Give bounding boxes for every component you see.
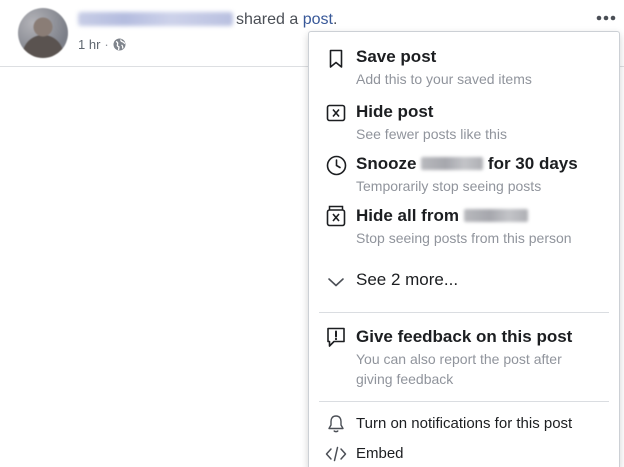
code-icon (325, 443, 347, 465)
see-more-label: See 2 more... (356, 270, 459, 289)
snooze-title-suffix: for 30 days (487, 154, 578, 173)
feedback-subtitle-line1: You can also report the post after (356, 351, 562, 367)
menu-item-hide-all[interactable]: Hide all from Stop seeing posts from thi… (309, 204, 619, 248)
bell-icon (325, 413, 347, 435)
menu-divider (319, 312, 609, 313)
snooze-subtitle: Temporarily stop seeing posts (356, 178, 542, 194)
embed-label: Embed (356, 445, 404, 462)
post-link[interactable]: post (303, 11, 333, 28)
hide-all-name-blurred (463, 209, 528, 222)
save-post-title: Save post (356, 47, 437, 66)
globe-icon[interactable] (113, 38, 126, 51)
hide-all-subtitle: Stop seeing posts from this person (356, 230, 572, 246)
post-headline: shared a post. (78, 10, 337, 30)
menu-item-embed[interactable]: Embed (309, 443, 619, 465)
hide-all-title-text: Hide all from (356, 206, 459, 225)
hide-all-icon (325, 205, 347, 227)
menu-item-see-more[interactable]: See 2 more... (309, 268, 619, 294)
more-horizontal-icon[interactable] (594, 6, 618, 30)
menu-item-hide-post[interactable]: Hide post See fewer posts like this (309, 98, 619, 142)
feedback-subtitle-line2: giving feedback (356, 371, 454, 387)
hide-post-subtitle: See fewer posts like this (356, 126, 507, 142)
menu-item-notifications[interactable]: Turn on notifications for this post (309, 413, 619, 435)
chevron-down-icon (325, 271, 347, 293)
menu-item-give-feedback[interactable]: Give feedback on this post You can also … (309, 324, 619, 388)
snooze-title-prefix: Snooze (356, 154, 417, 173)
hide-x-box-icon (325, 102, 347, 124)
save-post-subtitle: Add this to your saved items (356, 71, 532, 87)
snooze-name-blurred (421, 157, 484, 170)
hide-post-title: Hide post (356, 102, 434, 121)
period: . (332, 11, 338, 28)
notifications-label: Turn on notifications for this post (356, 415, 573, 432)
action-text: shared a (236, 11, 299, 28)
clock-icon (325, 154, 347, 176)
meta-separator: · (104, 37, 109, 52)
bookmark-icon (325, 48, 347, 70)
feedback-icon (325, 326, 347, 348)
page: shared a post. 1 hr · Save post Add this… (0, 0, 624, 467)
timestamp[interactable]: 1 hr (78, 37, 100, 52)
hide-all-title: Hide all from (356, 206, 528, 226)
avatar[interactable] (18, 8, 68, 58)
author-name-blurred[interactable] (78, 12, 233, 26)
menu-item-save-post[interactable]: Save post Add this to your saved items (309, 44, 619, 88)
post-options-menu: Save post Add this to your saved items H… (308, 31, 620, 467)
post-meta: 1 hr · (78, 37, 126, 52)
snooze-title: Snooze for 30 days (356, 154, 578, 174)
menu-divider (319, 401, 609, 402)
feedback-title: Give feedback on this post (356, 327, 573, 346)
menu-item-snooze[interactable]: Snooze for 30 days Temporarily stop seei… (309, 151, 619, 195)
